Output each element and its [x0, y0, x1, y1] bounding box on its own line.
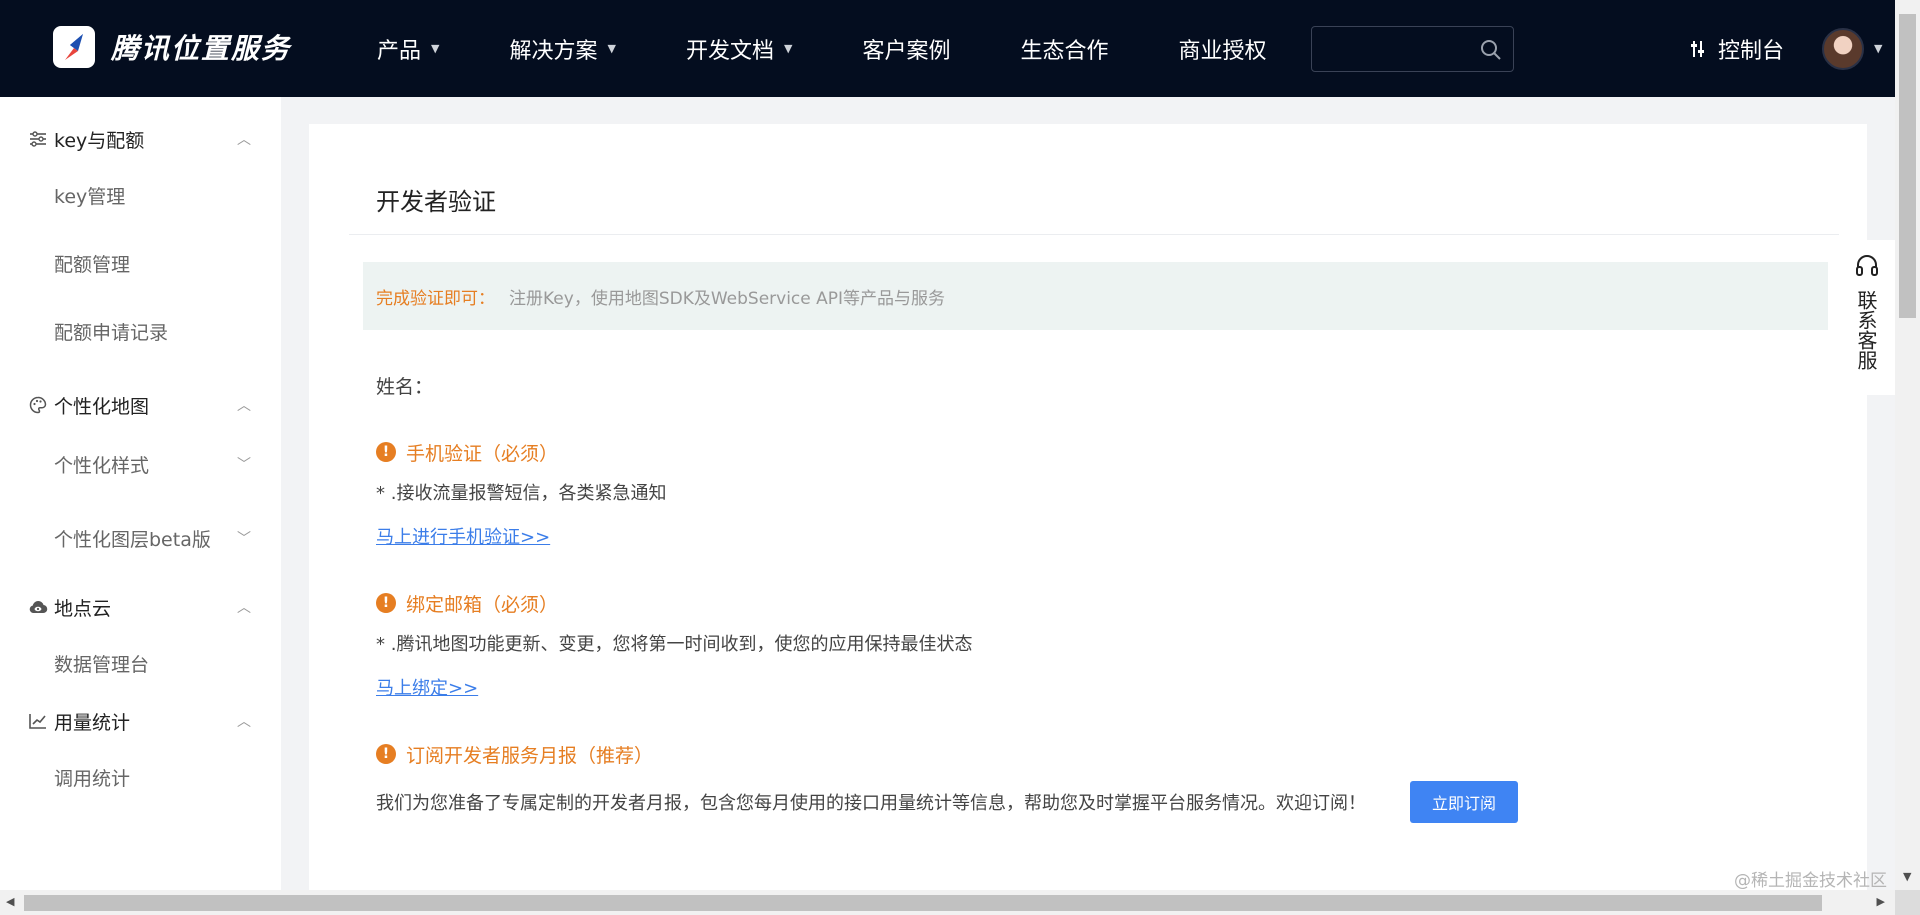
section-description: 我们为您准备了专属定制的开发者月报，包含您每月使用的接口用量统计等信息，帮助您及… — [376, 793, 1366, 814]
caret-down-icon[interactable]: ▼ — [1874, 42, 1882, 55]
section-title: 手机验证（必须） — [406, 442, 559, 465]
chevron-up-icon: ︿ — [237, 714, 251, 730]
caret-down-icon: ▼ — [607, 42, 616, 55]
section-heading: ! 手机验证（必须） — [376, 439, 666, 465]
exclamation-icon: ! — [376, 744, 396, 764]
email-binding-section: ! 绑定邮箱（必须） * .腾讯地图功能更新、变更，您将第一时间收到，使您的应用… — [376, 590, 972, 700]
nav-item-label: 解决方案 — [509, 38, 598, 64]
watermark: @稀土掘金技术社区 — [1734, 871, 1887, 891]
horizontal-scroll-thumb[interactable] — [24, 895, 1822, 911]
nav-item-label: 客户案例 — [862, 38, 951, 64]
console-label: 控制台 — [1718, 39, 1785, 64]
sidebar-item-data-console[interactable]: 数据管理台 — [0, 629, 281, 697]
sidebar-group-label: 用量统计 — [54, 711, 131, 734]
monthly-report-section: ! 订阅开发者服务月报（推荐） 我们为您准备了专属定制的开发者月报，包含您每月使… — [376, 741, 1518, 823]
nav-item-label: 开发文档 — [685, 38, 774, 64]
sidebar-item-label: key管理 — [54, 185, 126, 208]
customer-service-label: 联系客服 — [1854, 290, 1878, 370]
phone-verification-section: ! 手机验证（必须） * .接收流量报警短信，各类紧急通知 马上进行手机验证>> — [376, 439, 666, 549]
sidebar-item-custom-style[interactable]: 个性化样式 ﹀ — [0, 427, 281, 501]
console-sliders-icon — [1691, 41, 1704, 57]
scroll-left-arrow-icon[interactable]: ◀ — [6, 895, 14, 908]
section-heading: ! 订阅开发者服务月报（推荐） — [376, 741, 1518, 767]
sidebar-item-label: 调用统计 — [54, 767, 131, 790]
verification-card: 开发者验证 完成验证即可： 注册Key，使用地图SDK及WebService A… — [309, 124, 1867, 890]
chevron-down-icon: ﹀ — [237, 531, 251, 547]
sidebar: key与配额 ︿ key管理 配额管理 配额申请记录 个性化地图 ︿ 个性化样式… — [0, 97, 281, 890]
main-nav: 产品 ▼ 解决方案 ▼ 开发文档 ▼ 客户案例 生态合作 商业授权 — [377, 0, 1337, 97]
sidebar-group-usage-stats[interactable]: 用量统计 ︿ — [0, 699, 281, 743]
sidebar-item-label: 配额申请记录 — [54, 321, 169, 344]
sidebar-group-key-quota[interactable]: key与配额 ︿ — [0, 117, 281, 161]
bind-email-link[interactable]: 马上绑定>> — [376, 674, 478, 700]
vertical-scrollbar[interactable]: ▼ — [1895, 0, 1920, 890]
caret-down-icon: ▼ — [783, 42, 793, 55]
horizontal-scrollbar[interactable]: ◀ ▶ — [0, 890, 1895, 915]
subscribe-button[interactable]: 立即订阅 — [1410, 781, 1518, 823]
sidebar-item-quota-management[interactable]: 配额管理 — [0, 229, 281, 297]
scroll-right-arrow-icon[interactable]: ▶ — [1877, 895, 1885, 908]
scrollbar-corner — [1895, 890, 1920, 915]
top-navbar: 腾讯位置服务 产品 ▼ 解决方案 ▼ 开发文档 ▼ 客户案例 生态合作 商业授权 — [0, 0, 1895, 97]
chevron-up-icon: ︿ — [237, 398, 251, 414]
section-title: 绑定邮箱（必须） — [406, 593, 559, 616]
notice-label: 完成验证即可： — [376, 288, 495, 309]
sidebar-item-label: 个性化样式 — [54, 454, 150, 477]
nav-item-label: 商业授权 — [1178, 38, 1267, 64]
sidebar-group-label: key与配额 — [54, 129, 145, 152]
sliders-icon — [28, 129, 48, 149]
line-chart-icon — [28, 711, 48, 731]
sidebar-group-place-cloud[interactable]: 地点云 ︿ — [0, 585, 281, 629]
sidebar-item-label: 个性化图层beta版 — [54, 528, 211, 551]
name-field-label: 姓名： — [376, 376, 434, 398]
nav-item-label: 产品 — [377, 38, 422, 64]
sidebar-group-label: 个性化地图 — [54, 395, 150, 418]
sidebar-item-call-stats[interactable]: 调用统计 — [0, 743, 281, 811]
customer-service-tab[interactable]: 联系客服 — [1838, 240, 1895, 395]
divider — [349, 234, 1839, 235]
chevron-up-icon: ︿ — [237, 132, 251, 148]
section-title: 订阅开发者服务月报（推荐） — [406, 744, 654, 767]
nav-item-docs[interactable]: 开发文档 ▼ — [686, 33, 792, 65]
page-title: 开发者验证 — [376, 188, 496, 216]
vertical-scroll-thumb[interactable] — [1899, 14, 1916, 318]
headset-icon — [1855, 255, 1878, 276]
console-link[interactable]: 控制台 — [1690, 33, 1784, 65]
avatar[interactable] — [1822, 28, 1864, 70]
chevron-down-icon: ﹀ — [237, 457, 251, 473]
brand-name: 腾讯位置服务 — [111, 32, 292, 65]
nav-item-cases[interactable]: 客户案例 — [862, 33, 950, 65]
cloud-eye-icon — [28, 597, 48, 617]
sidebar-item-label: 数据管理台 — [54, 653, 150, 676]
notice-banner: 完成验证即可： 注册Key，使用地图SDK及WebService API等产品与… — [363, 262, 1828, 330]
exclamation-icon: ! — [376, 442, 396, 462]
exclamation-icon: ! — [376, 593, 396, 613]
sidebar-group-custom-map[interactable]: 个性化地图 ︿ — [0, 383, 281, 427]
sidebar-item-quota-records[interactable]: 配额申请记录 — [0, 297, 281, 365]
caret-down-icon: ▼ — [431, 42, 440, 55]
section-description: * .接收流量报警短信，各类紧急通知 — [376, 483, 667, 504]
brand-logo[interactable]: 腾讯位置服务 — [53, 26, 291, 68]
palette-icon — [28, 395, 48, 415]
chevron-up-icon: ︿ — [237, 600, 251, 616]
search-input[interactable] — [1311, 26, 1514, 72]
section-description: * .腾讯地图功能更新、变更，您将第一时间收到，使您的应用保持最佳状态 — [376, 634, 973, 655]
nav-item-license[interactable]: 商业授权 — [1178, 33, 1266, 65]
nav-item-solutions[interactable]: 解决方案 ▼ — [509, 33, 615, 65]
nav-item-products[interactable]: 产品 ▼ — [377, 33, 439, 65]
logo-icon — [53, 26, 95, 68]
notice-text: 注册Key，使用地图SDK及WebService API等产品与服务 — [509, 288, 946, 309]
sidebar-item-key-management[interactable]: key管理 — [0, 161, 281, 229]
nav-item-label: 生态合作 — [1020, 38, 1109, 64]
sidebar-group-label: 地点云 — [54, 597, 112, 620]
verify-phone-link[interactable]: 马上进行手机验证>> — [376, 523, 550, 549]
scroll-down-arrow-icon[interactable]: ▼ — [1903, 870, 1911, 883]
section-heading: ! 绑定邮箱（必须） — [376, 590, 972, 616]
subscribe-row: 我们为您准备了专属定制的开发者月报，包含您每月使用的接口用量统计等信息，帮助您及… — [376, 781, 1518, 823]
sidebar-item-custom-layer-beta[interactable]: 个性化图层beta版 ﹀ — [0, 501, 281, 575]
search-icon[interactable] — [1479, 38, 1503, 62]
nav-item-ecosystem[interactable]: 生态合作 — [1020, 33, 1108, 65]
sidebar-item-label: 配额管理 — [54, 253, 131, 276]
